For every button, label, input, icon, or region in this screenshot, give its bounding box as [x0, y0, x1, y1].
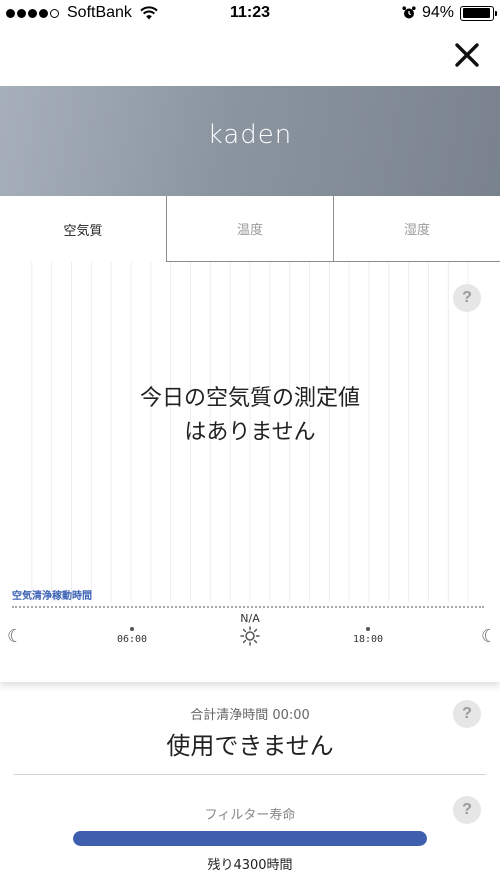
status-right: 94% — [402, 4, 497, 22]
tab-humidity[interactable]: 湿度 — [333, 196, 500, 262]
status-text: 使用できません — [166, 732, 334, 760]
battery-percent: 94% — [421, 4, 454, 21]
tab-temperature[interactable]: 温度 — [166, 196, 333, 262]
air-quality-chart: ? 今日の空気質の測定値はありません 空気清浄稼動時間 ☾ ☾ 06:00 N/… — [0, 262, 500, 682]
filter-life-fill — [73, 831, 427, 846]
filter-life-label: フィルター寿命 — [204, 808, 296, 823]
alarm-clock-icon — [402, 6, 416, 19]
total-cleaning-time: 合計清浄時間 00:00 — [190, 708, 310, 723]
time-label-morning: 06:00 — [116, 634, 148, 645]
sun-icon — [240, 626, 260, 646]
filter-remaining: 残り4300時間 — [207, 858, 293, 873]
time-label-evening: 18:00 — [352, 634, 384, 645]
battery-fill — [462, 8, 490, 18]
filter-help-button[interactable]: ? — [453, 796, 481, 824]
time-tick — [366, 627, 370, 631]
status-bar: SoftBank 11:23 94% — [0, 0, 500, 28]
na-label: N/A — [240, 612, 260, 625]
battery-icon — [460, 5, 497, 21]
summary-help-button[interactable]: ? — [453, 700, 481, 728]
moon-icon: ☾ — [481, 626, 498, 647]
tab-air-quality[interactable]: 空気質 — [0, 196, 166, 262]
time-tick — [130, 627, 134, 631]
filter-life-bar — [73, 831, 427, 846]
divider — [14, 774, 486, 775]
device-title: kaden — [207, 120, 293, 150]
chart-help-button[interactable]: ? — [453, 284, 481, 312]
operation-time-label: 空気清浄稼動時間 — [12, 591, 92, 602]
no-data-message: 今日の空気質の測定値はありません — [140, 386, 361, 445]
close-icon[interactable] — [452, 40, 482, 70]
moon-icon: ☾ — [7, 626, 24, 647]
header-banner: kaden — [0, 86, 500, 196]
operation-timeline — [12, 606, 484, 608]
tab-bar: 空気質 温度 湿度 — [0, 196, 500, 262]
